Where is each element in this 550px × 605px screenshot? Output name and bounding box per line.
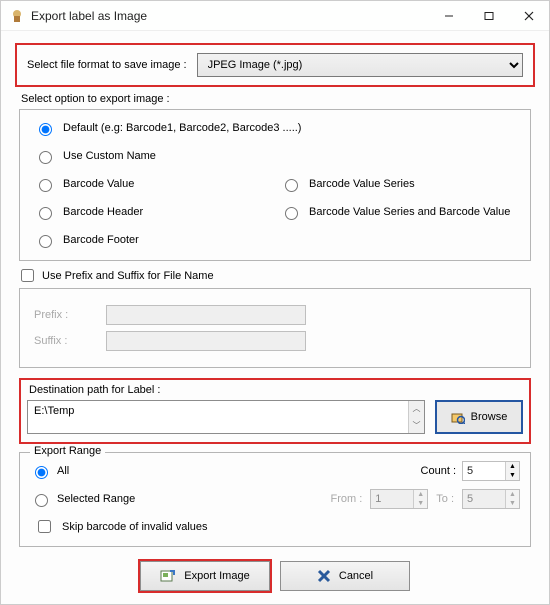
destination-label: Destination path for Label : bbox=[29, 384, 523, 396]
from-input bbox=[371, 490, 413, 508]
window: Export label as Image Select file format… bbox=[0, 0, 550, 605]
cancel-button-label: Cancel bbox=[339, 570, 373, 582]
from-label: From : bbox=[330, 493, 362, 505]
export-range-fieldset: Export Range All Count : ▲▼ bbox=[19, 452, 531, 547]
radio-barcode-header[interactable] bbox=[39, 207, 52, 220]
suffix-input bbox=[106, 331, 306, 351]
titlebar: Export label as Image bbox=[1, 1, 549, 31]
button-row: Export Image Cancel bbox=[15, 561, 535, 591]
browse-icon bbox=[451, 410, 465, 424]
export-image-button[interactable]: Export Image bbox=[140, 561, 270, 591]
maximize-button[interactable] bbox=[469, 2, 509, 30]
radio-default-label: Default (e.g: Barcode1, Barcode2, Barcod… bbox=[63, 122, 301, 134]
radio-barcode-value[interactable] bbox=[39, 179, 52, 192]
prefix-suffix-checkbox[interactable] bbox=[21, 269, 34, 282]
content: Select file format to save image : JPEG … bbox=[1, 31, 549, 603]
destination-path-input[interactable]: E:\Temp bbox=[28, 401, 408, 433]
suffix-label: Suffix : bbox=[34, 335, 94, 347]
prefix-input bbox=[106, 305, 306, 325]
radio-custom-name[interactable] bbox=[39, 151, 52, 164]
radio-barcode-value-series[interactable] bbox=[285, 179, 298, 192]
minimize-button[interactable] bbox=[429, 2, 469, 30]
radio-barcode-footer-label: Barcode Footer bbox=[63, 234, 139, 246]
count-input[interactable] bbox=[463, 462, 505, 480]
to-input bbox=[463, 490, 505, 508]
cancel-icon bbox=[317, 569, 331, 583]
prefix-suffix-checkbox-label: Use Prefix and Suffix for File Name bbox=[42, 270, 214, 282]
export-icon bbox=[160, 568, 176, 584]
scrollbar[interactable]: ︿﹀ bbox=[408, 401, 424, 433]
export-range-legend: Export Range bbox=[30, 445, 105, 457]
radio-barcode-footer[interactable] bbox=[39, 235, 52, 248]
radio-range-all[interactable] bbox=[35, 466, 48, 479]
file-format-row: Select file format to save image : JPEG … bbox=[15, 43, 535, 87]
skip-invalid-label: Skip barcode of invalid values bbox=[62, 521, 208, 533]
count-label: Count : bbox=[421, 465, 456, 477]
browse-button[interactable]: Browse bbox=[435, 400, 523, 434]
radio-range-selected-label: Selected Range bbox=[57, 493, 135, 505]
skip-invalid-checkbox[interactable] bbox=[38, 520, 51, 533]
destination-section: Destination path for Label : E:\Temp ︿﹀ … bbox=[19, 378, 531, 444]
radio-barcode-header-label: Barcode Header bbox=[63, 206, 143, 218]
browse-button-label: Browse bbox=[471, 411, 508, 423]
radio-series-and-value-label: Barcode Value Series and Barcode Value bbox=[309, 206, 510, 218]
export-image-button-label: Export Image bbox=[184, 570, 249, 582]
from-spinner: ▲▼ bbox=[370, 489, 428, 509]
export-option-label: Select option to export image : bbox=[21, 93, 535, 105]
radio-range-selected[interactable] bbox=[35, 494, 48, 507]
radio-barcode-value-label: Barcode Value bbox=[63, 178, 134, 190]
to-label: To : bbox=[436, 493, 454, 505]
count-spinner[interactable]: ▲▼ bbox=[462, 461, 520, 481]
radio-barcode-value-series-label: Barcode Value Series bbox=[309, 178, 415, 190]
app-icon bbox=[9, 8, 25, 24]
destination-path-box: E:\Temp ︿﹀ bbox=[27, 400, 425, 434]
to-spinner: ▲▼ bbox=[462, 489, 520, 509]
cancel-button[interactable]: Cancel bbox=[280, 561, 410, 591]
file-format-select[interactable]: JPEG Image (*.jpg) bbox=[197, 53, 523, 77]
prefix-label: Prefix : bbox=[34, 309, 94, 321]
radio-custom-name-label: Use Custom Name bbox=[63, 150, 156, 162]
radio-range-all-label: All bbox=[57, 465, 69, 477]
radio-default[interactable] bbox=[39, 123, 52, 136]
prefix-suffix-box: Prefix : Suffix : bbox=[19, 288, 531, 368]
export-option-group: Default (e.g: Barcode1, Barcode2, Barcod… bbox=[19, 109, 531, 261]
window-title: Export label as Image bbox=[31, 9, 429, 23]
close-button[interactable] bbox=[509, 2, 549, 30]
radio-series-and-value[interactable] bbox=[285, 207, 298, 220]
file-format-label: Select file format to save image : bbox=[27, 59, 187, 71]
